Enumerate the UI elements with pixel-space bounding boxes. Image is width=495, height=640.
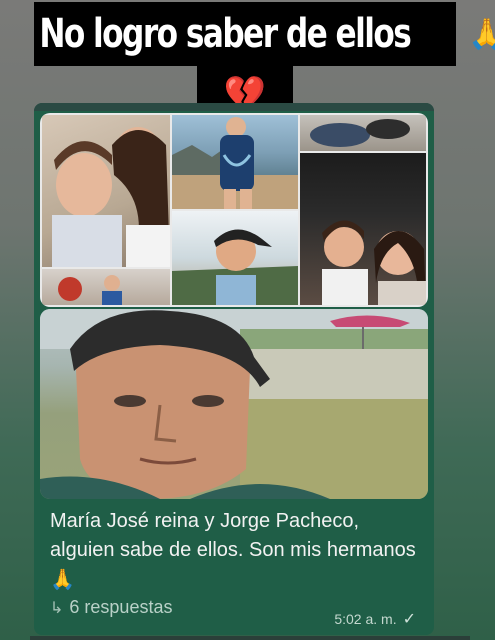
chat-message-bubble[interactable]: María José reina y Jorge Pacheco, alguie… (34, 103, 434, 635)
message-body: María José reina y Jorge Pacheco, alguie… (50, 510, 416, 561)
double-check-icon: ✓ (402, 611, 416, 628)
collage-photo[interactable] (300, 115, 426, 151)
replies-label: 6 respuestas (69, 597, 173, 617)
story-bottom-edge (30, 636, 470, 640)
message-time: 5:02 a. m. (334, 611, 397, 627)
collage-photo[interactable] (300, 153, 426, 305)
bubble-edge (34, 103, 434, 111)
story-caption-line-1: No logro saber de ellos 🙏 (34, 2, 495, 66)
collage-photo[interactable] (172, 115, 298, 209)
collage-photo[interactable] (42, 269, 170, 305)
collage-photo[interactable] (42, 115, 170, 267)
message-meta: 5:02 a. m. ✓ (334, 609, 416, 629)
portrait-photo[interactable] (40, 309, 428, 499)
praying-hands-icon: 🙏 (50, 567, 75, 591)
caption-text: No logro saber de ellos (38, 11, 412, 57)
message-text: María José reina y Jorge Pacheco, alguie… (50, 507, 420, 595)
replies-link[interactable]: ↳ 6 respuestas (50, 597, 172, 618)
photo-collage[interactable] (40, 113, 428, 307)
praying-hands-icon: 🙏 (468, 16, 495, 52)
collage-photo[interactable] (172, 211, 298, 305)
reply-arrow-icon: ↳ (50, 599, 64, 617)
